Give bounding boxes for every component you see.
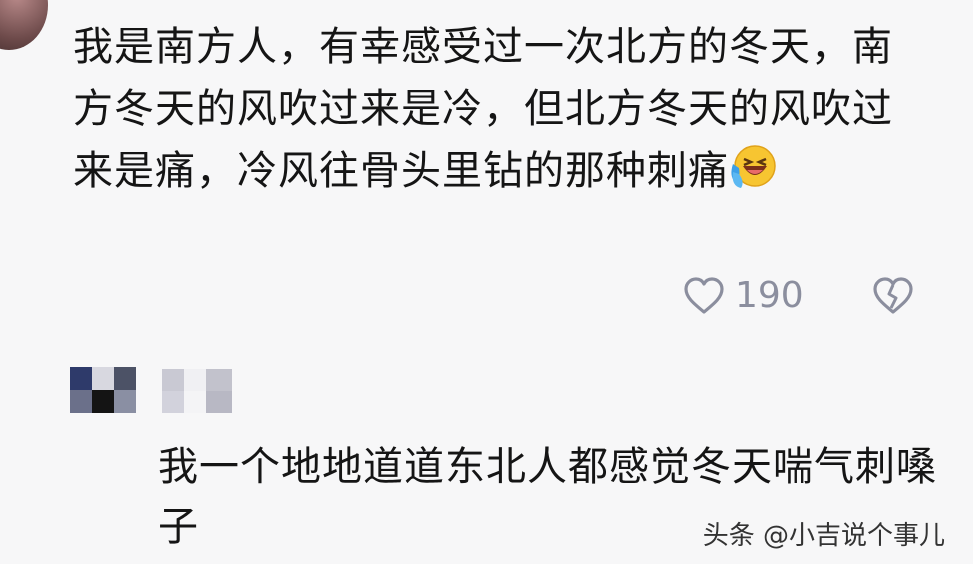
- like-count: 190: [735, 275, 804, 316]
- watermark: 头条 @小吉说个事儿: [702, 521, 945, 551]
- commenter-avatar[interactable]: [0, 0, 48, 50]
- crying-laughing-emoji-icon: [729, 142, 777, 190]
- comment-body: 我是南方人，有幸感受过一次北方的冬天，南方冬天的风吹过来是冷，但北方冬天的风吹过…: [73, 16, 933, 202]
- comment-actions: 190: [0, 270, 973, 322]
- broken-heart-icon[interactable]: [872, 276, 914, 316]
- heart-outline-icon[interactable]: [683, 276, 725, 316]
- reply-username[interactable]: [162, 369, 232, 413]
- reply-avatar[interactable]: [70, 367, 136, 413]
